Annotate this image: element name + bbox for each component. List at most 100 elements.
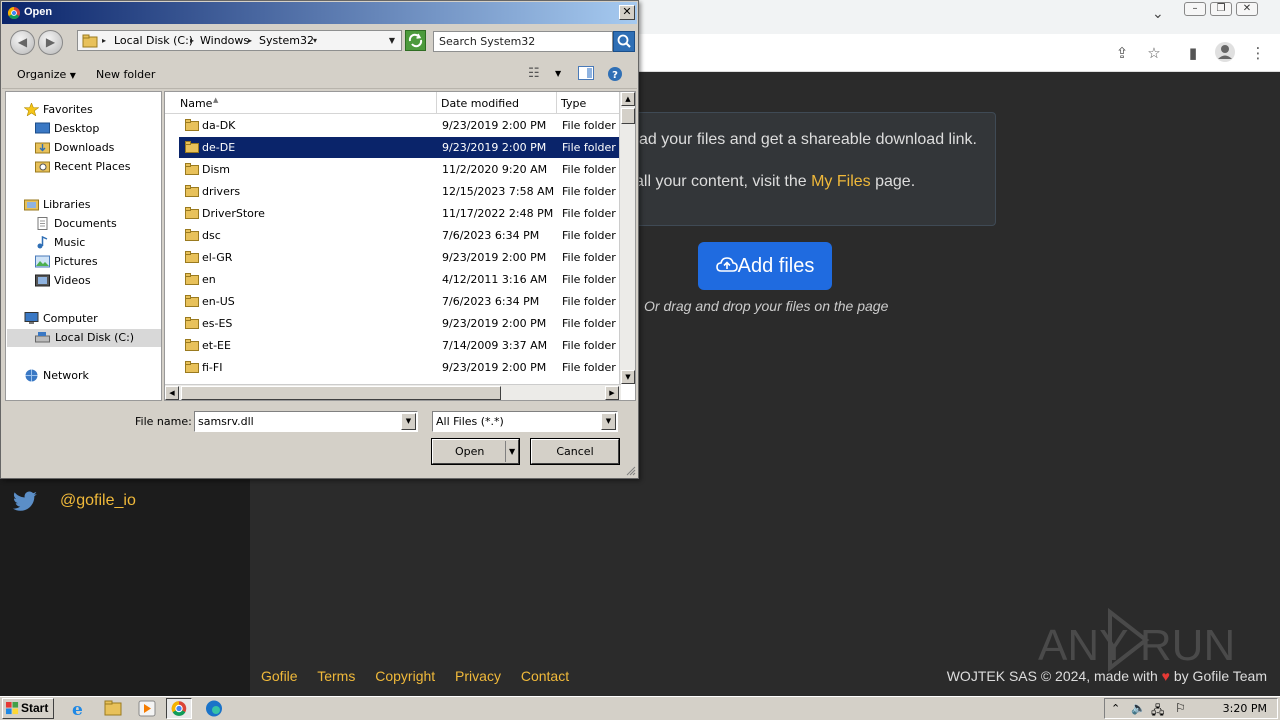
refresh-button[interactable] — [405, 30, 426, 51]
breadcrumb-arrow-icon[interactable]: ▸ — [102, 36, 106, 45]
cancel-button[interactable]: Cancel — [530, 438, 620, 465]
file-date: 7/6/2023 6:34 PM — [442, 229, 540, 242]
file-row[interactable]: dsc 7/6/2023 6:34 PM File folder — [179, 225, 621, 246]
action-center-flag-icon[interactable]: ⚐ — [1175, 701, 1186, 715]
scroll-right-button[interactable]: ▶ — [605, 386, 619, 400]
file-date: 11/17/2022 2:48 PM — [442, 207, 554, 220]
breadcrumb-local-disk[interactable]: Local Disk (C:) — [114, 34, 193, 47]
file-date: 7/14/2009 3:37 AM — [442, 339, 548, 352]
footer-link-gofile[interactable]: Gofile — [261, 668, 298, 684]
search-input[interactable]: Search System32 — [433, 31, 613, 52]
twitter-icon[interactable] — [12, 491, 38, 513]
footer-link-contact[interactable]: Contact — [521, 668, 569, 684]
address-dropdown-icon[interactable]: ▼ — [389, 36, 395, 45]
nav-computer-label: Computer — [43, 312, 98, 325]
horizontal-scroll-thumb[interactable] — [181, 386, 501, 400]
minimize-button[interactable]: – — [1184, 2, 1206, 16]
new-folder-button[interactable]: New folder — [96, 68, 155, 81]
file-row[interactable]: Dism 11/2/2020 9:20 AM File folder — [179, 159, 621, 180]
volume-icon[interactable]: 🔈 — [1131, 701, 1146, 715]
file-name-dropdown-button[interactable]: ▼ — [401, 413, 416, 430]
scroll-down-button[interactable]: ▼ — [621, 370, 635, 384]
breadcrumb-arrow-icon[interactable]: ▸ — [190, 36, 194, 45]
footer-link-terms[interactable]: Terms — [317, 668, 355, 684]
file-row[interactable]: el-GR 9/23/2019 2:00 PM File folder — [179, 247, 621, 268]
chrome-icon[interactable] — [166, 698, 192, 719]
file-name-input[interactable]: samsrv.dll ▼ — [194, 411, 418, 432]
footer-link-copyright[interactable]: Copyright — [375, 668, 435, 684]
window-close-button[interactable]: ✕ — [1236, 2, 1258, 16]
resize-grip-icon[interactable] — [626, 466, 636, 476]
nav-libraries-label: Libraries — [43, 198, 91, 211]
file-row[interactable]: fi-FI 9/23/2019 2:00 PM File folder — [179, 357, 621, 378]
open-dropdown-icon[interactable]: ▼ — [509, 440, 515, 463]
share-icon[interactable]: ⇪ — [1111, 42, 1133, 64]
file-name: Dism — [202, 163, 230, 176]
breadcrumb-windows[interactable]: Windows — [200, 34, 249, 47]
horizontal-scrollbar[interactable]: ◀ ▶ — [165, 384, 621, 400]
vertical-scroll-thumb[interactable] — [621, 108, 635, 124]
file-row[interactable]: DriverStore 11/17/2022 2:48 PM File folder — [179, 203, 621, 224]
local-disk-icon — [35, 332, 50, 343]
file-explorer-icon[interactable] — [100, 698, 126, 719]
add-files-button[interactable]: Add files — [698, 242, 832, 290]
media-player-icon[interactable] — [134, 698, 160, 719]
vertical-scrollbar[interactable]: ▲ ▼ — [619, 92, 635, 384]
column-date-modified[interactable]: Date modified — [441, 97, 519, 110]
edge-icon[interactable] — [201, 698, 227, 719]
profile-avatar-icon[interactable] — [1214, 41, 1236, 63]
view-dropdown-icon[interactable]: ▼ — [555, 69, 561, 78]
bookmark-star-icon[interactable]: ☆ — [1143, 42, 1165, 64]
scroll-up-button[interactable]: ▲ — [621, 92, 635, 106]
folder-breadcrumb-icon — [82, 34, 98, 48]
breadcrumb-arrow-icon[interactable]: ▾ — [313, 36, 317, 45]
menu-kebab-icon[interactable]: ⋮ — [1247, 42, 1269, 64]
back-button[interactable]: ◀ — [10, 30, 35, 55]
open-button[interactable]: Open ▼ — [431, 438, 520, 465]
file-type-dropdown-button[interactable]: ▼ — [601, 413, 616, 430]
file-row[interactable]: es-ES 9/23/2019 2:00 PM File folder — [179, 313, 621, 334]
nav-local-disk[interactable]: Local Disk (C:) — [7, 329, 161, 347]
breadcrumb-system32[interactable]: System32 — [259, 34, 314, 47]
address-bar[interactable]: ▸ Local Disk (C:) ▸ Windows ▸ System32 ▾… — [77, 30, 402, 51]
network-tray-icon[interactable]: 🖧 — [1151, 701, 1164, 720]
column-separator[interactable] — [556, 92, 557, 114]
tray-expand-icon[interactable]: ⌃ — [1111, 702, 1120, 715]
dialog-titlebar[interactable]: Open ✕ — [2, 2, 637, 24]
file-row[interactable]: drivers 12/15/2023 7:58 AM File folder — [179, 181, 621, 202]
twitter-handle-link[interactable]: @gofile_io — [60, 492, 136, 510]
side-panel-icon[interactable]: ▮ — [1182, 42, 1204, 64]
file-row[interactable]: en-US 7/6/2023 6:34 PM File folder — [179, 291, 621, 312]
breadcrumb-arrow-icon[interactable]: ▸ — [248, 36, 252, 45]
tab-list-chevron-icon[interactable]: ⌄ — [1152, 6, 1164, 22]
taskbar-clock[interactable]: 3:20 PM — [1223, 702, 1267, 715]
folder-icon — [185, 339, 199, 351]
search-button[interactable] — [613, 31, 635, 52]
file-row[interactable]: et-EE 7/14/2009 3:37 AM File folder — [179, 335, 621, 356]
view-options-icon[interactable]: ☷ — [528, 66, 540, 81]
footer-link-privacy[interactable]: Privacy — [455, 668, 501, 684]
file-date: 11/2/2020 9:20 AM — [442, 163, 548, 176]
file-list-pane: Name ▲ Date modified Type da-DK 9/23/2019… — [164, 91, 636, 401]
internet-explorer-icon[interactable]: e — [66, 698, 92, 719]
videos-icon — [35, 274, 50, 287]
organize-menu[interactable]: Organize ▼ — [17, 68, 76, 81]
forward-button[interactable]: ▶ — [38, 30, 63, 55]
file-row[interactable]: en 4/12/2011 3:16 AM File folder — [179, 269, 621, 290]
preview-pane-icon[interactable] — [578, 66, 594, 83]
scroll-left-button[interactable]: ◀ — [165, 386, 179, 400]
column-type[interactable]: Type — [561, 97, 586, 110]
restore-button[interactable]: ❐ — [1210, 2, 1232, 16]
chrome-title-icon — [7, 6, 20, 20]
file-row[interactable]: de-DE 9/23/2019 2:00 PM File folder — [179, 137, 621, 158]
column-name[interactable]: Name — [180, 97, 212, 110]
column-separator[interactable] — [436, 92, 437, 114]
recent-places-icon — [35, 161, 50, 173]
start-button[interactable]: Start — [2, 698, 54, 719]
dialog-close-button[interactable]: ✕ — [619, 5, 635, 20]
file-name: fi-FI — [202, 361, 223, 374]
file-type-select[interactable]: All Files (*.*) ▼ — [432, 411, 618, 432]
help-icon[interactable]: ? — [607, 66, 623, 85]
file-row[interactable]: da-DK 9/23/2019 2:00 PM File folder — [179, 115, 621, 136]
my-files-link[interactable]: My Files — [811, 173, 871, 190]
